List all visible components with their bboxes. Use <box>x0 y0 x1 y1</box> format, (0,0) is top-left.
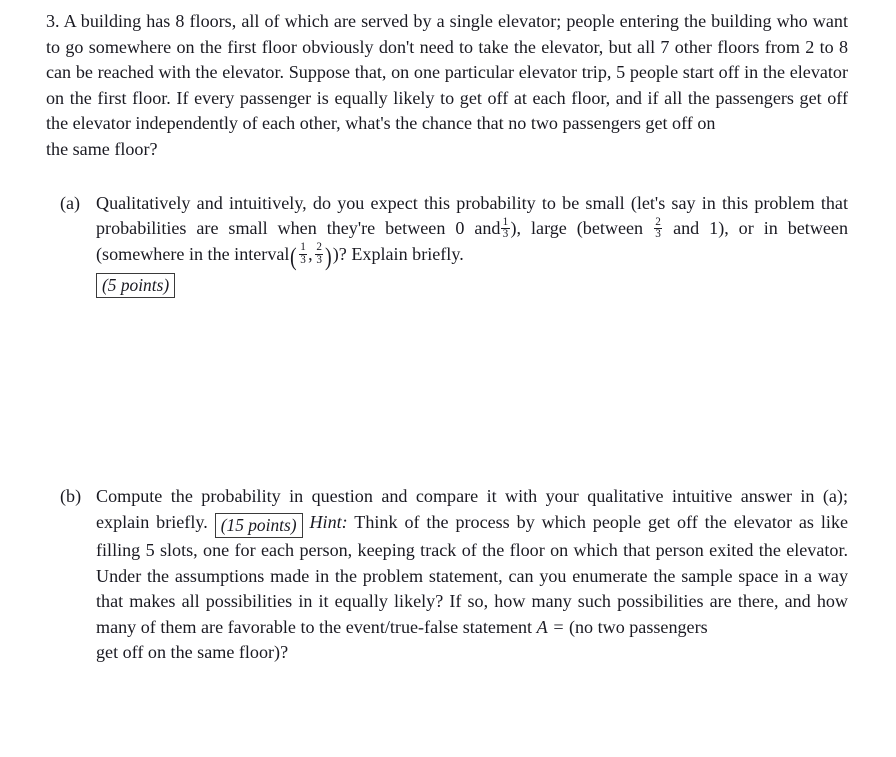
math-variable-a: A <box>536 616 548 637</box>
fraction-denominator: 3 <box>315 253 324 266</box>
points-badge-part-a: (5 points) <box>96 273 176 299</box>
spacer-before-part-a <box>46 163 848 191</box>
fraction-numerator: 2 <box>316 241 322 254</box>
fraction-one-third-interval: 13 <box>298 241 308 266</box>
interval-expression: (1 3, 2 3) <box>290 241 332 271</box>
part-b-text-segment-3: (no two passengers <box>568 616 708 637</box>
points-badge-part-b: (15 points) <box>214 513 303 539</box>
problem-statement: 3. A building has 8 floors, all of which… <box>46 9 848 163</box>
fraction-one-third: 13 <box>501 215 510 241</box>
part-b-text-segment-2: Think of the process by which people get… <box>96 512 849 637</box>
left-paren-glyph: ( <box>290 241 298 271</box>
part-a-label: (a) <box>60 192 81 213</box>
fraction-denominator: 3 <box>653 228 663 241</box>
document-page: 3. A building has 8 floors, all of which… <box>0 0 896 757</box>
part-b-label: (b) <box>60 486 82 507</box>
right-paren-glyph: ) <box>325 241 332 271</box>
math-equals-sign: = <box>552 616 565 637</box>
part-a-text-segment-4: )? Explain briefly. <box>332 243 464 264</box>
fraction-numerator: 1 <box>502 215 509 228</box>
part-a-points-line: (5 points) <box>96 270 848 299</box>
part-a-text-segment-2: ), large (between <box>510 218 644 239</box>
problem-last-line: the same floor? <box>46 138 158 159</box>
fraction-two-thirds: 23 <box>653 215 663 241</box>
part-b-last-line: get off on the same floor)? <box>96 642 289 663</box>
fraction-denominator: 3 <box>298 253 308 266</box>
part-a: (a) Qualitatively and intuitively, do yo… <box>46 191 848 299</box>
fraction-denominator: 3 <box>501 228 510 241</box>
fraction-numerator: 1 <box>300 241 306 254</box>
answer-space-part-a <box>46 298 848 484</box>
fraction-two-thirds-interval: 23 <box>315 241 324 266</box>
problem-number: 3. <box>46 11 60 31</box>
part-b: (b) Compute the probability in question … <box>46 484 848 666</box>
fraction-numerator: 2 <box>655 215 661 228</box>
problem-body-text: A building has 8 floors, all of which ar… <box>46 11 848 134</box>
hint-label: Hint: <box>309 512 348 533</box>
